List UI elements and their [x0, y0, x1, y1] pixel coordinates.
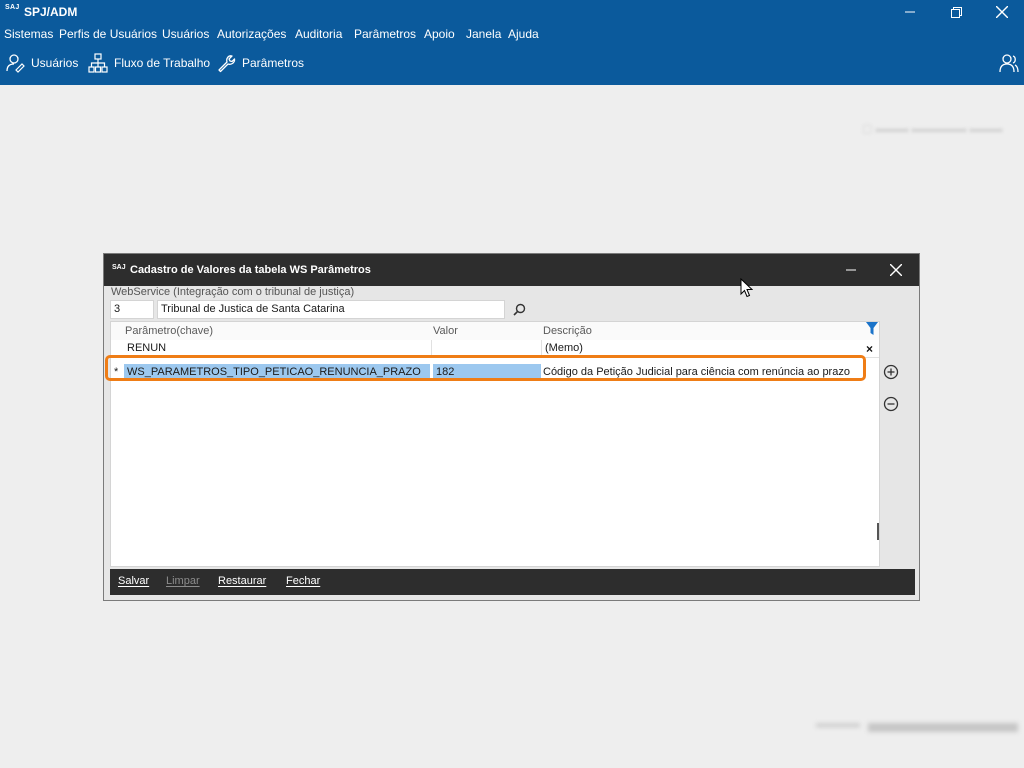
restaurar-button[interactable]: Restaurar	[218, 575, 266, 587]
toolbar: Usuários Fluxo de Trabalho Parâmetros	[0, 44, 1024, 85]
restore-icon	[950, 6, 962, 18]
fechar-button[interactable]: Fechar	[286, 575, 320, 587]
toolbar-parametros-button[interactable]: Parâmetros	[216, 52, 304, 74]
menu-autorizacoes[interactable]: Autorizações	[217, 27, 286, 41]
dialog-close-button[interactable]	[874, 254, 918, 286]
webservice-search-button[interactable]	[509, 300, 529, 319]
menu-sistemas[interactable]: Sistemas	[4, 27, 53, 41]
grid-filter-button[interactable]	[866, 322, 878, 339]
filter-descricao-input[interactable]: (Memo)	[545, 342, 855, 354]
edited-row-highlight	[105, 355, 866, 381]
limpar-button[interactable]: Limpar	[166, 575, 200, 587]
menu-usuarios[interactable]: Usuários	[162, 27, 209, 41]
grid-scrollbar[interactable]	[877, 523, 879, 540]
restore-button[interactable]	[936, 0, 976, 24]
menu-janela[interactable]: Janela	[466, 27, 501, 41]
close-icon	[996, 6, 1008, 18]
webservice-label: WebService (Integração com o tribunal de…	[111, 286, 355, 298]
user-profile-icon	[999, 54, 1019, 73]
column-header-valor[interactable]: Valor	[433, 325, 458, 337]
close-app-button[interactable]	[982, 0, 1022, 24]
minimize-icon	[905, 11, 915, 13]
toolbar-fluxo-label: Fluxo de Trabalho	[114, 56, 211, 70]
webservice-code-field[interactable]: 3	[110, 300, 154, 319]
plus-circle-icon	[883, 364, 899, 380]
salvar-button[interactable]: Salvar	[118, 575, 149, 587]
menu-perfis-de-usuarios[interactable]: Perfis de Usuários	[59, 27, 157, 41]
menu-bar: Sistemas Perfis de Usuários Usuários Aut…	[0, 24, 1024, 44]
menu-parametros[interactable]: Parâmetros	[354, 27, 416, 41]
menu-auditoria[interactable]: Auditoria	[295, 27, 342, 41]
user-profile-button[interactable]	[998, 52, 1020, 74]
minimize-button[interactable]	[890, 0, 930, 24]
dialog-footer: Salvar Limpar Restaurar Fechar	[110, 569, 915, 595]
minimize-icon	[846, 269, 856, 271]
dialog-title-bar: SAJ Cadastro de Valores da tabela WS Par…	[104, 254, 919, 286]
dialog-logo: SAJ	[112, 264, 126, 271]
filter-parametro-input[interactable]: RENUN	[127, 342, 427, 354]
toolbar-usuarios-button[interactable]: Usuários	[5, 52, 78, 74]
column-header-descricao[interactable]: Descrição	[543, 325, 592, 337]
app-title-bar: SAJ SPJ/ADM	[0, 0, 1024, 24]
workflow-icon	[88, 53, 108, 73]
blurred-brand-watermark: ▬▬▬▬ ▬▬▬▬▬	[816, 706, 1018, 739]
cadastro-dialog: SAJ Cadastro de Valores da tabela WS Par…	[103, 253, 920, 601]
column-header-parametro[interactable]: Parâmetro(chave)	[125, 325, 213, 337]
dialog-title: Cadastro de Valores da tabela WS Parâmet…	[130, 264, 371, 276]
app-title: SPJ/ADM	[24, 5, 78, 19]
remove-row-button[interactable]	[881, 394, 901, 414]
filter-icon	[866, 322, 878, 335]
grid-header: Parâmetro(chave) Valor Descrição	[111, 322, 879, 340]
wrench-icon	[218, 55, 236, 73]
close-icon	[890, 264, 902, 276]
add-row-button[interactable]	[881, 362, 901, 382]
dialog-minimize-button[interactable]	[829, 254, 873, 286]
menu-ajuda[interactable]: Ajuda	[508, 27, 539, 41]
app-logo: SAJ	[5, 4, 20, 11]
clear-filter-button[interactable]: ×	[866, 342, 873, 356]
search-icon	[512, 303, 525, 316]
mouse-cursor-icon	[740, 278, 753, 298]
users-icon	[6, 54, 25, 73]
toolbar-fluxo-button[interactable]: Fluxo de Trabalho	[88, 52, 210, 74]
toolbar-parametros-label: Parâmetros	[242, 56, 305, 70]
minus-circle-icon	[883, 396, 899, 412]
menu-apoio[interactable]: Apoio	[424, 27, 455, 41]
webservice-name-field[interactable]: Tribunal de Justica de Santa Catarina	[157, 300, 505, 319]
toolbar-usuarios-label: Usuários	[31, 56, 79, 70]
blurred-link: ▢ ▬▬▬ ▬▬▬▬▬ ▬▬▬	[862, 123, 1003, 135]
